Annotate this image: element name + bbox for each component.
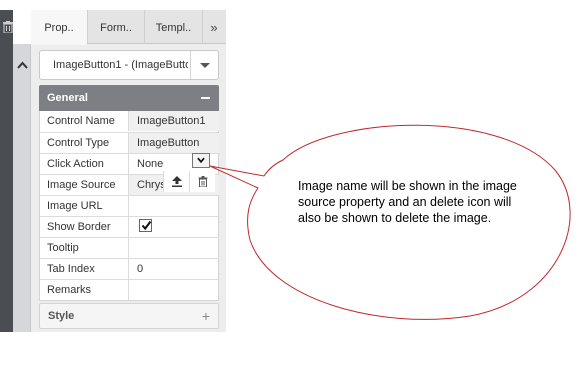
callout-text: Image name will be shown in the image so…	[298, 179, 517, 225]
